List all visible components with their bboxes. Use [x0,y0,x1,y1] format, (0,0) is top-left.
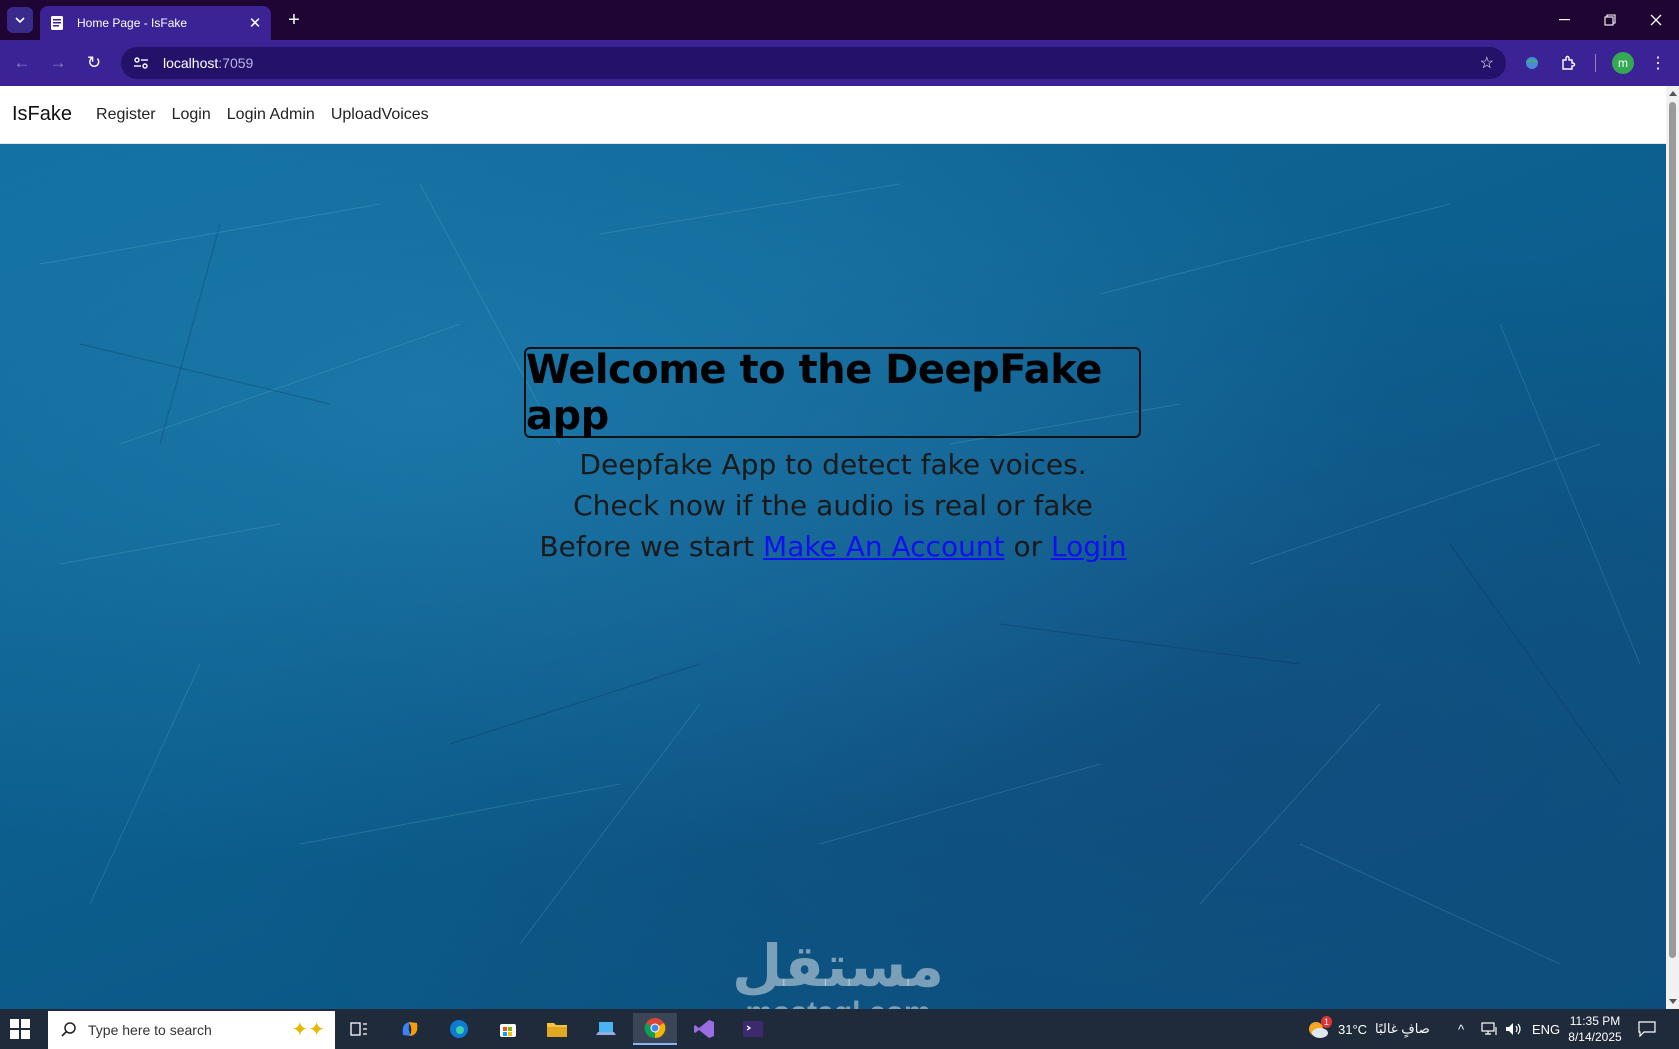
url-host: localhost [163,55,219,71]
hero-line-2: Check now if the audio is real or fake [573,489,1093,522]
restore-icon [1604,14,1616,26]
language-indicator[interactable]: ENG [1532,1009,1560,1049]
bookmark-star-icon[interactable]: ☆ [1480,53,1494,73]
brand-link[interactable]: IsFake [12,103,72,126]
network-icon[interactable] [1481,1009,1499,1049]
visual-studio-icon[interactable] [682,1013,726,1045]
document-icon [49,15,65,31]
watermark-arabic: مستقل [731,932,945,1000]
weather-icon: 1 [1306,1016,1332,1040]
reload-icon: ↻ [86,53,102,72]
nav-login-admin[interactable]: Login Admin [227,106,315,124]
task-view-icon[interactable] [337,1013,381,1045]
weather-description: صافٍ غالبًا [1375,1021,1430,1036]
windows-start-icon[interactable] [10,1019,30,1039]
edge-icon[interactable] [437,1013,481,1045]
laptop-app-icon[interactable] [584,1013,628,1045]
reload-button[interactable]: ↻ [81,50,107,76]
chrome-icon[interactable] [633,1013,677,1045]
browser-tabstrip: Home Page - IsFake ✕ + [0,0,1679,40]
hero-login-link[interactable]: Login [1051,530,1127,563]
site-navbar: IsFake Register Login Login Admin Upload… [0,86,1666,144]
hero-section: Welcome to the DeepFake app Deepfake App… [0,144,1666,1009]
close-tab-icon[interactable]: ✕ [245,13,265,33]
arrow-left-icon: ← [13,53,31,72]
back-button[interactable]: ← [9,50,35,76]
scroll-thumb[interactable] [1669,102,1676,958]
close-icon [1650,14,1662,26]
nav-login[interactable]: Login [172,106,211,124]
toolbar-separator [1595,54,1596,72]
store-icon[interactable] [486,1013,530,1045]
url-port: :7059 [218,55,254,71]
hero-line-1: Deepfake App to detect fake voices. [579,448,1087,481]
notifications-icon[interactable] [1638,1009,1656,1049]
welcome-heading: Welcome to the DeepFake app [526,346,1102,439]
or-text: or [1013,530,1043,563]
weather-temp: 31°C [1338,1021,1368,1037]
search-highlight-icon: ✦✦ [291,1019,325,1041]
volume-icon[interactable] [1505,1009,1523,1049]
vertical-scrollbar[interactable] [1666,86,1679,1009]
chevron-down-icon [15,17,25,23]
hero-description: Deepfake App to detect fake voices. Chec… [0,444,1666,567]
watermark-latin: mostaql.com [728,998,948,1010]
taskbar-search-placeholder: Type here to search [88,1022,212,1038]
arrow-right-icon: → [49,53,67,72]
clock-date: 8/14/2025 [1568,1030,1622,1044]
scroll-up-arrow[interactable] [1669,91,1677,96]
site-info-icon[interactable] [127,56,155,70]
menu-kebab-icon[interactable]: ⋮ [1645,50,1671,76]
copilot-icon[interactable] [388,1013,432,1045]
address-bar[interactable]: localhost:7059 ☆ [121,47,1506,79]
nav-upload-voices[interactable]: UploadVoices [331,106,429,124]
weather-badge: 1 [1320,1016,1332,1028]
hero-line-3-prefix: Before we start [539,530,755,563]
new-tab-button[interactable]: + [282,8,306,32]
hero-line-3: Before we start Make An Account or Login [0,526,1666,567]
taskbar-search-box[interactable]: Type here to search ✦✦ [48,1011,335,1049]
browser-tab-active[interactable]: Home Page - IsFake ✕ [40,6,271,40]
search-icon [61,1022,76,1037]
tab-title: Home Page - IsFake [77,16,188,30]
minimize-button[interactable] [1541,0,1587,40]
weather-widget[interactable]: 1 31°C صافٍ غالبًا [1306,1009,1430,1049]
browser-toolbar: ← → ↻ localhost:7059 ☆ m ⋮ [0,40,1679,86]
profile-avatar[interactable]: m [1612,52,1634,74]
clock-time: 11:35 PM [1569,1014,1621,1028]
minimize-icon [1558,19,1570,21]
mostaql-watermark: مستقل mostaql.com [728,934,948,1009]
close-window-button[interactable] [1633,0,1679,40]
restore-button[interactable] [1587,0,1633,40]
terminal-icon[interactable] [731,1013,775,1045]
taskbar-clock[interactable]: 11:35 PM 8/14/2025 [1565,1013,1625,1045]
welcome-heading-box: Welcome to the DeepFake app [524,346,1141,439]
page-viewport: IsFake Register Login Login Admin Upload… [0,86,1666,1009]
url-text: localhost:7059 [163,55,253,71]
scratched-texture-background [39,183,1641,965]
extensions-puzzle-icon[interactable] [1555,50,1581,76]
windows-taskbar: Type here to search ✦✦ 1 31°C صافٍ غالبً… [0,1009,1679,1049]
tab-search-button[interactable] [7,7,33,33]
nav-register[interactable]: Register [96,106,156,124]
tray-chevron-up-icon[interactable]: ^ [1458,1009,1464,1049]
scroll-down-arrow[interactable] [1669,999,1677,1004]
extension-globe-icon[interactable] [1519,50,1545,76]
file-explorer-icon[interactable] [535,1013,579,1045]
forward-button[interactable]: → [45,50,71,76]
make-account-link[interactable]: Make An Account [763,530,1005,563]
